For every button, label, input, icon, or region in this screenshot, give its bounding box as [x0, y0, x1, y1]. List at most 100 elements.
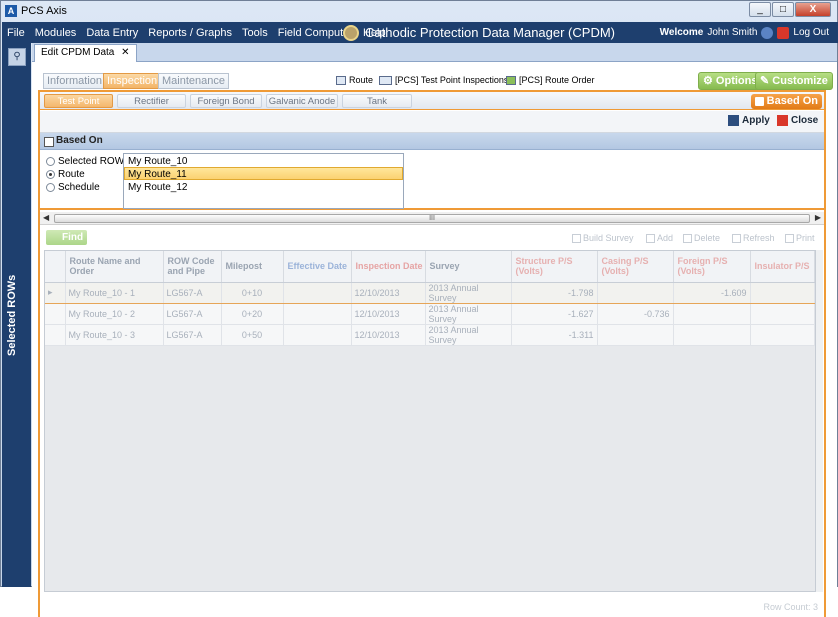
menu-modules[interactable]: Modules: [30, 27, 82, 39]
column-header[interactable]: Milepost: [221, 251, 284, 283]
menu-tools[interactable]: Tools: [237, 27, 273, 39]
column-header[interactable]: Route Name and Order: [65, 251, 164, 283]
print-button[interactable]: Print: [785, 233, 815, 243]
table-cell[interactable]: LG567-A: [163, 282, 222, 304]
table-row[interactable]: My Route_10 - 2 LG567-A 0+20 12/10/2013 …: [45, 303, 815, 325]
tab-maintenance[interactable]: Maintenance: [158, 73, 229, 89]
delete-label: Delete: [694, 233, 721, 243]
panel-toolbar: Apply Close: [40, 111, 824, 133]
table-cell[interactable]: My Route_10 - 3: [65, 324, 164, 346]
vertical-scrollbar[interactable]: [816, 250, 823, 592]
subtab-foreign-bond[interactable]: Foreign Bond: [190, 94, 262, 108]
customize-button[interactable]: ✎ Customize: [755, 72, 833, 90]
table-cell[interactable]: 0+50: [221, 324, 284, 346]
tab-edit-cpdm-data[interactable]: Edit CPDM Data ✕: [34, 44, 137, 62]
find-button[interactable]: Find: [46, 230, 88, 245]
table-cell[interactable]: -1.798: [511, 282, 598, 304]
table-cell[interactable]: [750, 324, 815, 346]
maximize-button[interactable]: □: [772, 2, 794, 17]
options-button[interactable]: ⚙ Options: [698, 72, 763, 90]
table-cell[interactable]: [283, 324, 352, 346]
route-list[interactable]: My Route_10 My Route_11 My Route_12: [123, 153, 404, 209]
logout-link[interactable]: Log Out: [793, 27, 829, 38]
table-cell[interactable]: [750, 282, 815, 304]
table-cell[interactable]: 0+10: [221, 282, 284, 304]
radio-route[interactable]: Route: [46, 168, 129, 180]
build-survey-button[interactable]: Build Survey: [572, 233, 634, 243]
subtab-test-point[interactable]: Test Point: [44, 94, 113, 108]
menu-reports-graphs[interactable]: Reports / Graphs: [143, 27, 237, 39]
apply-button[interactable]: Apply: [728, 115, 770, 126]
table-cell[interactable]: [750, 303, 815, 325]
data-table: Route Name and Order ROW Code and Pipe M…: [45, 251, 815, 346]
column-header[interactable]: Casing P/S (Volts): [597, 251, 674, 283]
table-cell[interactable]: 2013 Annual Survey: [425, 282, 512, 304]
subtab-galvanic-anode[interactable]: Galvanic Anode: [266, 94, 338, 108]
refresh-label: Refresh: [743, 233, 775, 243]
based-on-panel: Apply Close Based On Selected ROWs Route…: [40, 111, 824, 210]
delete-button[interactable]: Delete: [683, 233, 720, 243]
search-icon[interactable]: ⚲: [8, 48, 26, 66]
table-cell[interactable]: My Route_10 - 2: [65, 303, 164, 325]
test-point-inspections-link[interactable]: [PCS] Test Point Inspections: [379, 75, 508, 85]
list-item[interactable]: My Route_12: [124, 180, 403, 193]
column-header[interactable]: Insulator P/S: [750, 251, 815, 283]
table-cell[interactable]: [283, 282, 352, 304]
table-cell[interactable]: 12/10/2013: [351, 303, 426, 325]
column-header[interactable]: Structure P/S (Volts): [511, 251, 598, 283]
route-link[interactable]: Route: [336, 75, 373, 85]
table-cell[interactable]: 0+20: [221, 303, 284, 325]
row-count: Row Count: 3: [763, 602, 818, 612]
column-header[interactable]: Foreign P/S (Volts): [673, 251, 751, 283]
close-tab-icon[interactable]: ✕: [121, 47, 129, 58]
list-item[interactable]: My Route_10: [124, 154, 403, 167]
radio-schedule[interactable]: Schedule: [46, 181, 129, 193]
column-header[interactable]: Effective Date: [283, 251, 352, 283]
radio-selected-rows[interactable]: Selected ROWs: [46, 155, 129, 167]
table-cell[interactable]: 12/10/2013: [351, 324, 426, 346]
subtab-tank[interactable]: Tank: [342, 94, 412, 108]
scroll-right-icon[interactable]: ▶: [815, 213, 821, 222]
table-cell[interactable]: [673, 324, 751, 346]
column-header[interactable]: ROW Code and Pipe: [163, 251, 222, 283]
add-button[interactable]: Add: [646, 233, 673, 243]
logout-icon[interactable]: [777, 26, 790, 39]
table-cell[interactable]: [597, 282, 674, 304]
table-row[interactable]: ▸ My Route_10 - 1 LG567-A 0+10 12/10/201…: [45, 282, 815, 304]
table-cell[interactable]: [673, 303, 751, 325]
based-on-button[interactable]: Based On: [750, 94, 822, 109]
tab-inspection[interactable]: Inspection: [103, 73, 162, 89]
menu-file[interactable]: File: [2, 27, 30, 39]
minimize-button[interactable]: _: [749, 2, 771, 17]
table-cell[interactable]: 2013 Annual Survey: [425, 303, 512, 325]
help-icon[interactable]: [761, 26, 774, 39]
horizontal-scrollbar[interactable]: ◀ III ▶: [40, 212, 824, 225]
table-row[interactable]: My Route_10 - 3 LG567-A 0+50 12/10/2013 …: [45, 324, 815, 346]
table-cell[interactable]: [597, 324, 674, 346]
table-cell[interactable]: -1.609: [673, 282, 751, 304]
menu-data-entry[interactable]: Data Entry: [81, 27, 143, 39]
list-item[interactable]: My Route_11: [124, 167, 403, 180]
table-cell[interactable]: -1.627: [511, 303, 598, 325]
column-header[interactable]: Survey: [425, 251, 512, 283]
refresh-button[interactable]: Refresh: [732, 233, 775, 243]
tab-information[interactable]: Information: [43, 73, 107, 89]
scroll-thumb[interactable]: III: [54, 214, 810, 223]
route-order-link[interactable]: [PCS] Route Order: [506, 75, 595, 85]
table-cell[interactable]: LG567-A: [163, 324, 222, 346]
subtab-rectifier[interactable]: Rectifier: [117, 94, 186, 108]
radio-circle: [46, 156, 55, 166]
table-cell[interactable]: 2013 Annual Survey: [425, 324, 512, 346]
table-cell[interactable]: [283, 303, 352, 325]
selected-rows-panel-label[interactable]: Selected ROWs: [6, 236, 18, 356]
table-cell[interactable]: LG567-A: [163, 303, 222, 325]
close-window-button[interactable]: X: [795, 2, 831, 17]
table-cell[interactable]: 12/10/2013: [351, 282, 426, 304]
table-cell[interactable]: -0.736: [597, 303, 674, 325]
column-header[interactable]: Inspection Date: [351, 251, 426, 283]
print-icon: [785, 233, 794, 243]
table-cell[interactable]: -1.311: [511, 324, 598, 346]
scroll-left-icon[interactable]: ◀: [43, 213, 49, 222]
close-button[interactable]: Close: [777, 115, 818, 126]
table-cell[interactable]: My Route_10 - 1: [65, 282, 164, 304]
